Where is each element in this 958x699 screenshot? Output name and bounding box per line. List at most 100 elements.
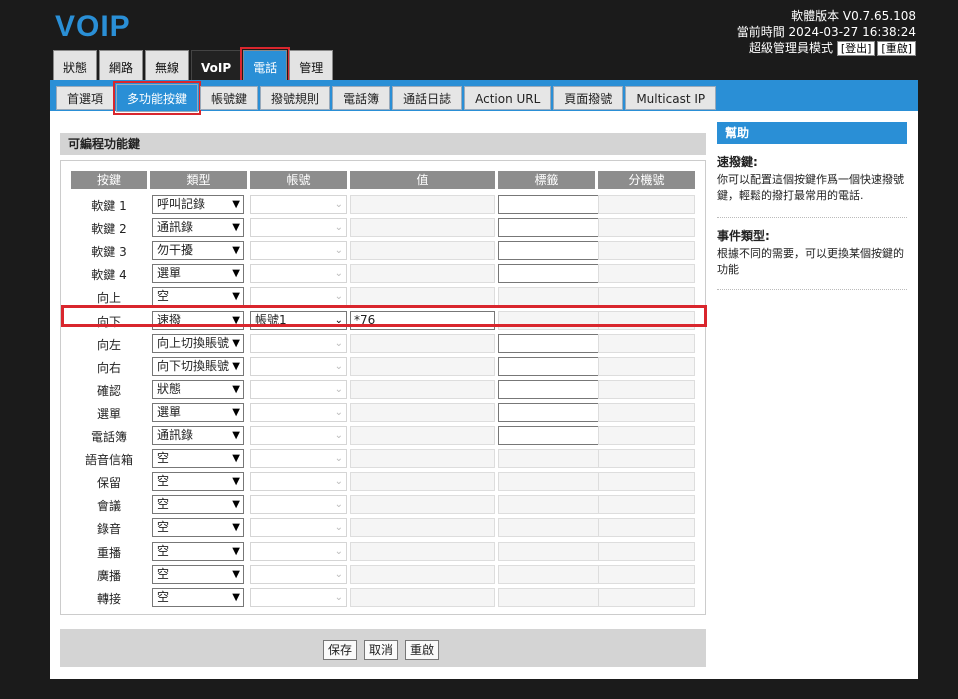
tab-phone[interactable]: 電話 (240, 47, 291, 83)
type-select[interactable]: 選單 ▼ (152, 264, 244, 284)
account-select[interactable]: ⌄ (250, 564, 347, 584)
label-input[interactable] (498, 333, 606, 353)
value-input[interactable] (350, 449, 495, 469)
type-select[interactable]: 空 ▼ (152, 541, 244, 561)
account-select[interactable]: ⌄ (250, 264, 347, 284)
subtab-multicast-ip[interactable]: Multicast IP (625, 86, 717, 110)
value-input[interactable] (350, 402, 495, 422)
label-input[interactable] (498, 518, 606, 538)
account-select[interactable]: ⌄ (250, 587, 347, 607)
type-select[interactable]: 空 ▼ (152, 518, 244, 538)
tab-status[interactable]: 狀態 (53, 50, 98, 80)
value-input[interactable] (350, 495, 495, 515)
account-select[interactable]: ⌄ (250, 356, 347, 376)
account-select[interactable]: ⌄ (250, 195, 347, 214)
type-select[interactable]: 呼叫記錄 ▼ (152, 195, 244, 214)
restart-header-button[interactable]: [重啟] (877, 41, 916, 56)
type-select[interactable]: 狀態 ▼ (152, 379, 244, 399)
subtab-phonebook[interactable]: 電話簿 (332, 86, 391, 110)
account-select[interactable]: ⌄ (250, 518, 347, 538)
value-input[interactable] (350, 287, 495, 307)
value-input[interactable] (350, 379, 495, 399)
label-input[interactable] (498, 241, 606, 261)
type-select[interactable]: 向上切換賬號 ▼ (152, 333, 244, 353)
label-input[interactable] (498, 587, 606, 607)
account-select[interactable]: ⌄ (250, 241, 347, 261)
restart-button[interactable]: 重啟 (405, 640, 440, 660)
extension-input[interactable] (598, 264, 695, 284)
label-input[interactable] (498, 379, 606, 399)
tab-wireless[interactable]: 無線 (145, 50, 190, 80)
extension-input[interactable] (598, 356, 695, 376)
subtab-call-log[interactable]: 通話日誌 (392, 86, 463, 110)
extension-input[interactable] (598, 402, 695, 422)
account-select[interactable]: ⌄ (250, 449, 347, 469)
extension-input[interactable] (598, 426, 695, 445)
label-input[interactable] (498, 449, 606, 469)
value-input[interactable] (350, 241, 495, 261)
value-input[interactable] (350, 264, 495, 284)
account-select[interactable]: ⌄ (250, 287, 347, 307)
account-select[interactable]: ⌄ (250, 495, 347, 515)
save-button[interactable]: 保存 (323, 640, 358, 660)
value-input[interactable] (350, 218, 495, 238)
label-input[interactable] (498, 218, 606, 238)
label-input[interactable] (498, 195, 606, 214)
tab-network[interactable]: 網路 (99, 50, 144, 80)
value-input[interactable] (350, 333, 495, 353)
account-select[interactable]: ⌄ (250, 541, 347, 561)
tab-management[interactable]: 管理 (289, 50, 334, 80)
extension-input[interactable] (598, 587, 695, 607)
value-input[interactable] (350, 356, 495, 376)
label-input[interactable] (498, 264, 606, 284)
extension-input[interactable] (598, 379, 695, 399)
value-input[interactable] (350, 195, 495, 214)
subtab-page-dial[interactable]: 頁面撥號 (553, 86, 624, 110)
extension-input[interactable] (598, 518, 695, 538)
label-input[interactable] (498, 564, 606, 584)
label-input[interactable] (498, 402, 606, 422)
extension-input[interactable] (598, 495, 695, 515)
extension-input[interactable] (598, 195, 695, 214)
account-select[interactable]: ⌄ (250, 426, 347, 445)
value-input[interactable] (350, 541, 495, 561)
label-input[interactable] (498, 426, 606, 445)
type-select[interactable]: 向下切換賬號 ▼ (152, 356, 244, 376)
logout-button[interactable]: [登出] (836, 41, 876, 56)
extension-input[interactable] (598, 449, 695, 469)
type-select[interactable]: 空 ▼ (152, 587, 244, 607)
type-select[interactable]: 空 ▼ (152, 472, 244, 492)
type-select[interactable]: 空 ▼ (152, 449, 244, 469)
type-select[interactable]: 空 ▼ (152, 495, 244, 515)
subtab-preferences[interactable]: 首選項 (56, 86, 115, 110)
label-input[interactable] (498, 541, 606, 561)
type-select[interactable]: 空 ▼ (152, 564, 244, 584)
value-input[interactable] (350, 426, 495, 445)
account-select[interactable]: ⌄ (250, 379, 347, 399)
tab-voip[interactable]: VoIP (191, 50, 242, 80)
subtab-function-keys[interactable]: 多功能按鍵 (113, 81, 202, 115)
account-select[interactable]: ⌄ (250, 333, 347, 353)
value-input[interactable] (350, 472, 495, 492)
type-select[interactable]: 空 ▼ (152, 287, 244, 307)
extension-input[interactable] (598, 241, 695, 261)
extension-input[interactable] (598, 472, 695, 492)
type-select[interactable]: 通訊錄 ▼ (152, 426, 244, 445)
value-input[interactable] (350, 564, 495, 584)
account-select[interactable]: ⌄ (250, 402, 347, 422)
extension-input[interactable] (598, 333, 695, 353)
subtab-dial-rules[interactable]: 撥號規則 (260, 86, 331, 110)
extension-input[interactable] (598, 564, 695, 584)
type-select[interactable]: 通訊錄 ▼ (152, 218, 244, 238)
type-select[interactable]: 選單 ▼ (152, 402, 244, 422)
subtab-account-keys[interactable]: 帳號鍵 (200, 86, 259, 110)
extension-input[interactable] (598, 287, 695, 307)
account-select[interactable]: ⌄ (250, 218, 347, 238)
value-input[interactable] (350, 587, 495, 607)
account-select[interactable]: ⌄ (250, 472, 347, 492)
value-input[interactable] (350, 518, 495, 538)
label-input[interactable] (498, 356, 606, 376)
type-select[interactable]: 勿干擾 ▼ (152, 241, 244, 261)
label-input[interactable] (498, 495, 606, 515)
label-input[interactable] (498, 472, 606, 492)
